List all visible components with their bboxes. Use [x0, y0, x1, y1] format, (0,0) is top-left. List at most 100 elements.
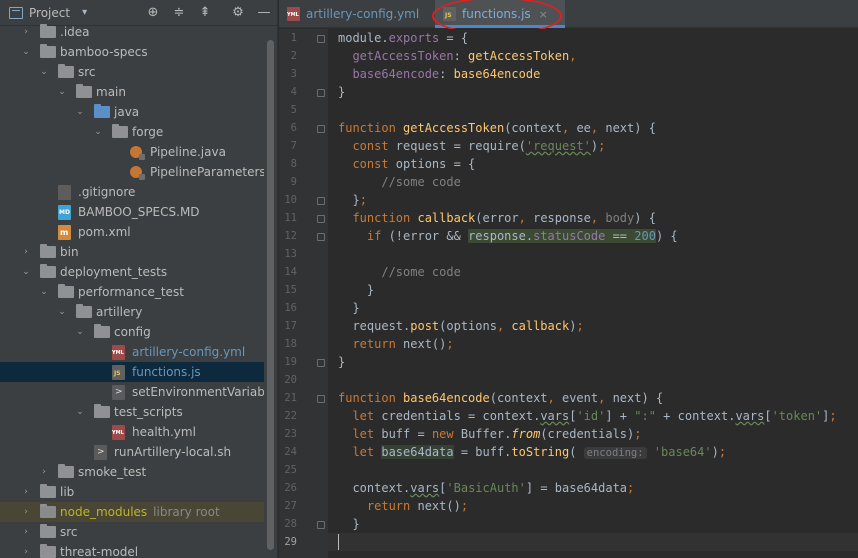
- chevron-right-icon[interactable]: ›: [21, 502, 31, 522]
- project-panel: Project ▾ ⊕ ≑ ⇞ ⚙ — › .idea ⌄ bamboo-specs ⌄…: [0, 0, 278, 558]
- close-icon[interactable]: ×: [539, 8, 548, 21]
- tree-item[interactable]: artillery-config.yml: [0, 342, 264, 362]
- tree-item[interactable]: ⌄ bamboo-specs: [0, 42, 264, 62]
- fold-icon[interactable]: [317, 395, 325, 403]
- tree-item[interactable]: functions.js: [0, 362, 264, 382]
- chevron-down-icon[interactable]: ⌄: [75, 322, 85, 342]
- line-number: 24: [284, 446, 297, 458]
- chevron-down-icon[interactable]: ⌄: [21, 262, 31, 282]
- collapse-all-icon[interactable]: ⇞: [198, 6, 212, 20]
- code-token: ,: [496, 319, 512, 333]
- code-token: const: [338, 139, 396, 153]
- code-token: request.: [338, 319, 411, 333]
- line-number: 18: [284, 338, 297, 350]
- code-token: 'id': [576, 409, 606, 423]
- chevron-right-icon[interactable]: ›: [21, 482, 31, 502]
- tree-item[interactable]: ⌄ deployment_tests: [0, 262, 264, 282]
- tree-item-label: test_scripts: [114, 405, 183, 419]
- chevron-down-icon[interactable]: ⌄: [39, 282, 49, 302]
- code-line: let buff = new Buffer.from(credentials);: [338, 427, 641, 441]
- fold-icon[interactable]: [317, 125, 325, 133]
- tree-scrollbar[interactable]: [267, 40, 274, 550]
- chevron-down-icon[interactable]: ▾: [82, 7, 87, 18]
- chevron-down-icon[interactable]: ⌄: [21, 42, 31, 62]
- chevron-right-icon[interactable]: ›: [39, 462, 49, 482]
- code-token: buff =: [381, 427, 432, 441]
- tree-item[interactable]: › src: [0, 522, 264, 542]
- settings-icon[interactable]: ⚙: [231, 6, 245, 20]
- tree-item[interactable]: ⌄ performance_test: [0, 282, 264, 302]
- tree-item[interactable]: ⌄ artillery: [0, 302, 264, 322]
- tab-functions-js[interactable]: functions.js ×: [435, 0, 565, 28]
- tree-item[interactable]: › .idea: [0, 22, 264, 42]
- gitignore-icon: [58, 185, 71, 200]
- chevron-down-icon[interactable]: ⌄: [39, 62, 49, 82]
- tree-item-label: .gitignore: [78, 185, 136, 199]
- tree-item[interactable]: .gitignore: [0, 182, 264, 202]
- editor-tabs: artillery-config.yml functions.js ×: [279, 0, 858, 28]
- fold-icon[interactable]: [317, 233, 325, 241]
- folder-icon: [40, 44, 56, 58]
- folder-icon: [40, 524, 56, 538]
- folder-icon: [40, 24, 56, 38]
- tree-item[interactable]: BAMBOO_SPECS.MD: [0, 202, 264, 222]
- tree-item-label: Pipeline.java: [150, 145, 226, 159]
- tree-item[interactable]: PipelineParameters.java: [0, 162, 264, 182]
- code-token: (context: [489, 391, 548, 405]
- expand-all-icon[interactable]: ≑: [172, 6, 186, 20]
- chevron-down-icon[interactable]: ⌄: [57, 82, 67, 102]
- code-token: statusCode: [533, 229, 606, 243]
- fold-icon[interactable]: [317, 215, 325, 223]
- code-token: :: [439, 67, 454, 81]
- project-view-selector[interactable]: Project: [29, 6, 70, 20]
- tree-item[interactable]: runArtillery-local.sh: [0, 442, 264, 462]
- fold-icon[interactable]: [317, 359, 325, 367]
- code-line: }: [338, 283, 374, 297]
- code-token: ] = base64data: [525, 481, 628, 495]
- tree-item[interactable]: Pipeline.java: [0, 142, 264, 162]
- tab-artillery-config-yml[interactable]: artillery-config.yml: [279, 0, 433, 28]
- fold-icon[interactable]: [317, 521, 325, 529]
- chevron-down-icon[interactable]: ⌄: [75, 102, 85, 122]
- chevron-right-icon[interactable]: ›: [21, 242, 31, 262]
- tree-item[interactable]: ⌄ forge: [0, 122, 264, 142]
- tree-item-label: functions.js: [132, 365, 201, 379]
- text-cursor: [338, 534, 339, 550]
- code-token: return: [338, 499, 418, 513]
- tree-item[interactable]: › smoke_test: [0, 462, 264, 482]
- tree-item[interactable]: ⌄ src: [0, 62, 264, 82]
- minimize-icon[interactable]: —: [257, 6, 271, 20]
- fold-icon[interactable]: [317, 89, 325, 97]
- code-token: 'base64': [653, 445, 712, 459]
- tree-item[interactable]: › lib: [0, 482, 264, 502]
- code-editor[interactable]: module.exports = { getAccessToken: getAc…: [328, 29, 858, 558]
- chevron-right-icon[interactable]: ›: [21, 522, 31, 542]
- code-line: };: [338, 193, 366, 207]
- code-line: module.exports = {: [338, 31, 468, 45]
- locate-icon[interactable]: ⊕: [146, 6, 160, 20]
- fold-icon[interactable]: [317, 35, 325, 43]
- line-number: 27: [284, 500, 297, 512]
- tree-item[interactable]: pom.xml: [0, 222, 264, 242]
- chevron-down-icon[interactable]: ⌄: [57, 302, 67, 322]
- tree-item-label: lib: [60, 485, 75, 499]
- code-token: ,: [569, 49, 577, 63]
- tree-item[interactable]: setEnvironmentVariables.sh: [0, 382, 264, 402]
- tree-item-label: bamboo-specs: [60, 45, 148, 59]
- tree-item[interactable]: ⌄ java: [0, 102, 264, 122]
- fold-icon[interactable]: [317, 197, 325, 205]
- chevron-down-icon[interactable]: ⌄: [93, 122, 103, 142]
- tree-item[interactable]: › node_modules library root: [0, 502, 264, 522]
- code-token: //some code: [338, 265, 461, 279]
- tree-item[interactable]: ⌄ test_scripts: [0, 402, 264, 422]
- tree-item-label: artillery: [96, 305, 143, 319]
- chevron-right-icon[interactable]: ›: [21, 542, 31, 558]
- tree-item[interactable]: health.yml: [0, 422, 264, 442]
- tree-item[interactable]: › threat-model: [0, 542, 264, 558]
- chevron-right-icon[interactable]: ›: [21, 22, 31, 42]
- tree-item[interactable]: ⌄ main: [0, 82, 264, 102]
- chevron-down-icon[interactable]: ⌄: [75, 402, 85, 422]
- tree-item[interactable]: › bin: [0, 242, 264, 262]
- tree-item[interactable]: ⌄ config: [0, 322, 264, 342]
- code-token: response: [533, 211, 591, 225]
